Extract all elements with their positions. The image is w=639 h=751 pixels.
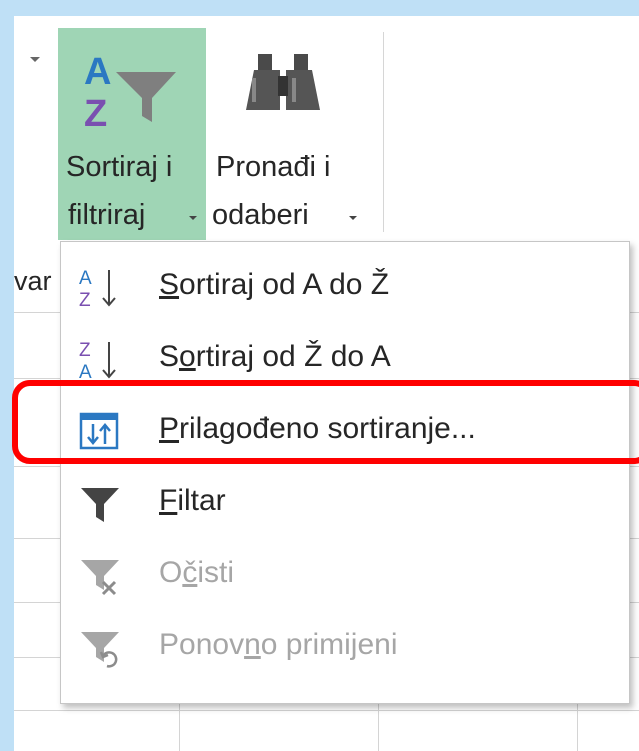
- sort-filter-icon: A Z: [84, 51, 176, 130]
- window-left-frame: [0, 0, 14, 751]
- grid-column-line: [179, 700, 180, 751]
- ribbon-group-divider: [383, 32, 384, 232]
- filter-icon: [81, 488, 119, 522]
- grid-column-line: [378, 700, 379, 751]
- menu-item-filter[interactable]: Filtar: [61, 466, 629, 538]
- reapply-filter-icon: [81, 632, 119, 668]
- menu-item-reapply: Ponovno primijeni: [61, 610, 629, 682]
- find-select-label-line1: Pronađi i: [216, 151, 331, 183]
- grid-column-line: [577, 700, 578, 751]
- menu-item-label: Ponovno primijeni: [159, 628, 398, 661]
- truncated-ribbon-label: var: [14, 266, 52, 296]
- svg-text:Z: Z: [84, 93, 107, 130]
- sort-filter-menu: A Z Sortiraj od A do Ž Z A Sortiraj od Ž…: [60, 241, 630, 704]
- sort-filter-label-line2: filtriraj: [68, 199, 146, 231]
- menu-item-label: Sortiraj od Ž do A: [159, 340, 391, 373]
- window-top-frame: [0, 0, 639, 16]
- highlight-annotation: [12, 380, 639, 464]
- svg-text:Z: Z: [79, 290, 91, 310]
- chevron-down-icon: [189, 216, 197, 220]
- svg-text:A: A: [84, 51, 111, 93]
- sort-z-a-icon: Z A: [79, 340, 116, 382]
- find-select-label-line2: odaberi: [212, 199, 309, 231]
- grid-line: [14, 710, 639, 711]
- sort-filter-label-line1: Sortiraj i: [66, 151, 173, 183]
- chevron-down-icon[interactable]: [30, 57, 40, 62]
- menu-item-label: Sortiraj od A do Ž: [159, 268, 390, 301]
- chevron-down-icon: [349, 216, 357, 220]
- clear-filter-icon: [81, 560, 119, 596]
- svg-text:Z: Z: [79, 340, 91, 361]
- svg-text:A: A: [79, 362, 92, 382]
- svg-text:A: A: [79, 268, 92, 289]
- sort-a-z-icon: A Z: [79, 268, 116, 310]
- menu-item-label: Očisti: [159, 556, 235, 589]
- menu-item-label: Filtar: [159, 484, 226, 517]
- binoculars-icon: [246, 54, 320, 110]
- menu-item-sort-a-z[interactable]: A Z Sortiraj od A do Ž: [61, 250, 629, 322]
- menu-item-clear: Očisti: [61, 538, 629, 610]
